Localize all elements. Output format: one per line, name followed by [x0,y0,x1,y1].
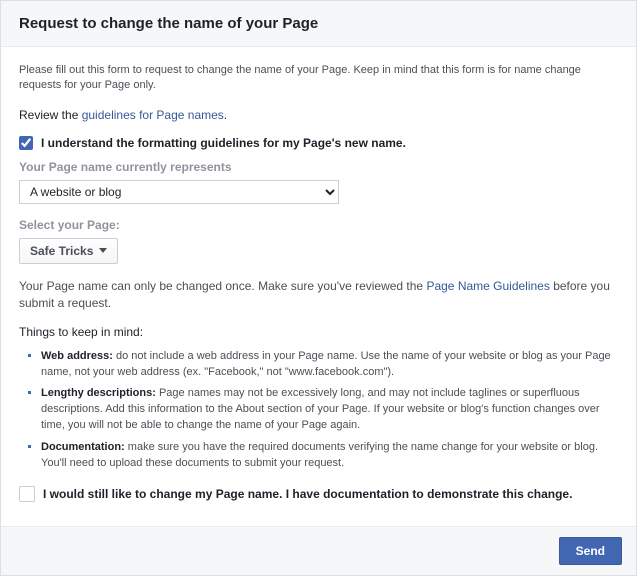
dialog-body: Please fill out this form to request to … [1,47,636,526]
dialog-title: Request to change the name of your Page [19,15,618,32]
selected-page-name: Safe Tricks [30,244,93,258]
understand-checkbox-row: I understand the formatting guidelines f… [19,136,618,150]
list-item: Documentation: make sure you have the re… [41,440,618,472]
review-suffix: . [224,108,227,122]
guidelines-link[interactable]: guidelines for Page names [82,108,224,122]
dialog-container: Request to change the name of your Page … [0,0,637,576]
intro-text: Please fill out this form to request to … [19,63,618,94]
caret-down-icon [99,248,107,253]
list-item-text: make sure you have the required document… [41,441,598,469]
send-button[interactable]: Send [559,537,622,565]
dialog-footer: Send [1,526,636,575]
represents-select[interactable]: A website or blog [19,180,339,204]
list-item: Web address: do not include a web addres… [41,349,618,381]
mind-title: Things to keep in mind: [19,325,618,339]
still-change-checkbox-label[interactable]: I would still like to change my Page nam… [43,487,572,501]
list-item: Lengthy descriptions: Page names may not… [41,386,618,434]
still-change-checkbox-row: I would still like to change my Page nam… [19,486,618,502]
warning-pre: Your Page name can only be changed once.… [19,279,426,293]
list-item-bold: Documentation: [41,441,125,453]
select-page-label: Select your Page: [19,218,618,232]
list-item-bold: Lengthy descriptions: [41,387,156,399]
mind-list: Web address: do not include a web addres… [19,349,618,473]
dialog-header: Request to change the name of your Page [1,1,636,47]
still-change-checkbox[interactable] [19,486,35,502]
review-guidelines-line: Review the guidelines for Page names. [19,108,618,122]
select-page-dropdown[interactable]: Safe Tricks [19,238,118,264]
change-once-warning: Your Page name can only be changed once.… [19,278,618,313]
list-item-bold: Web address: [41,350,113,362]
represents-label: Your Page name currently represents [19,160,618,174]
list-item-text: do not include a web address in your Pag… [41,350,611,378]
understand-checkbox[interactable] [19,136,33,150]
review-prefix: Review the [19,108,82,122]
page-name-guidelines-link[interactable]: Page Name Guidelines [426,279,549,293]
understand-checkbox-label[interactable]: I understand the formatting guidelines f… [41,136,406,150]
